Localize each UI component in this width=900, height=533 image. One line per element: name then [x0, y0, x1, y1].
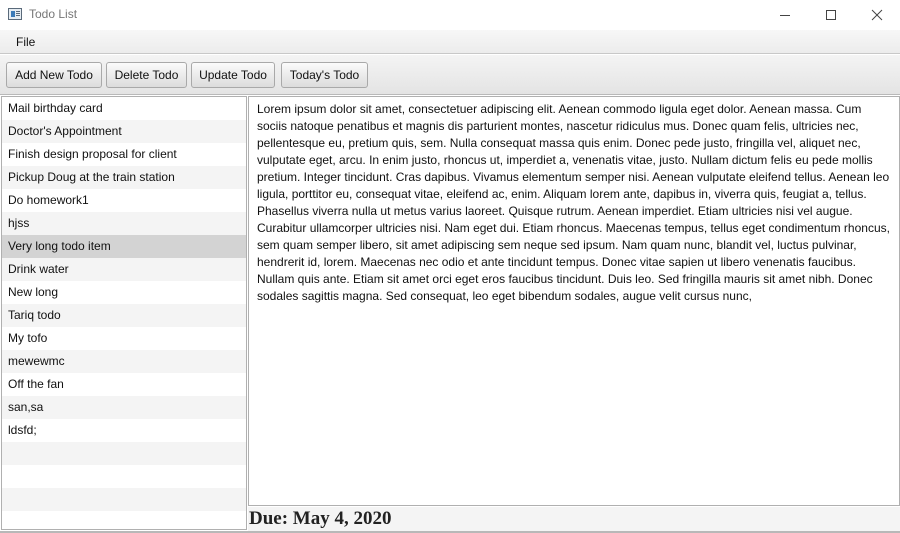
maximize-icon — [826, 10, 836, 20]
list-item[interactable]: mewewmc — [2, 350, 246, 373]
todo-description: Lorem ipsum dolor sit amet, consectetuer… — [257, 102, 890, 303]
list-item[interactable]: Do homework1 — [2, 189, 246, 212]
minimize-icon — [780, 14, 790, 16]
close-button[interactable] — [854, 0, 900, 30]
list-item[interactable]: ldsfd; — [2, 419, 246, 442]
menu-file[interactable]: File — [8, 33, 43, 51]
add-todo-button[interactable]: Add New Todo — [6, 62, 102, 88]
window-title: Todo List — [29, 7, 78, 21]
empty-list-row — [2, 442, 246, 465]
due-date-bar: Due: May 4, 2020 — [248, 507, 900, 531]
list-item[interactable]: Doctor's Appointment — [2, 120, 246, 143]
todo-detail-area[interactable]: Lorem ipsum dolor sit amet, consectetuer… — [248, 96, 900, 506]
app-window-icon — [8, 8, 22, 20]
list-item[interactable]: New long — [2, 281, 246, 304]
toolbar: Add New Todo Delete Todo Update Todo Tod… — [0, 55, 900, 95]
list-item-selected[interactable]: Very long todo item — [2, 235, 246, 258]
maximize-button[interactable] — [808, 0, 854, 30]
todo-list[interactable]: Mail birthday card Doctor's Appointment … — [1, 96, 247, 530]
list-item[interactable]: Mail birthday card — [2, 97, 246, 120]
list-item[interactable]: Drink water — [2, 258, 246, 281]
menu-bar: File — [0, 30, 900, 54]
todays-todo-button[interactable]: Today's Todo — [281, 62, 368, 88]
title-bar: Todo List — [0, 0, 900, 30]
due-date-label: Due: May 4, 2020 — [249, 508, 392, 529]
empty-list-row — [2, 511, 246, 529]
empty-list-row — [2, 488, 246, 511]
update-todo-button[interactable]: Update Todo — [191, 62, 275, 88]
close-icon — [871, 9, 883, 21]
list-item[interactable]: Pickup Doug at the train station — [2, 166, 246, 189]
list-item[interactable]: Off the fan — [2, 373, 246, 396]
empty-list-row — [2, 465, 246, 488]
list-item[interactable]: Finish design proposal for client — [2, 143, 246, 166]
delete-todo-button[interactable]: Delete Todo — [106, 62, 187, 88]
minimize-button[interactable] — [762, 0, 808, 30]
list-item[interactable]: hjss — [2, 212, 246, 235]
list-item[interactable]: My tofo — [2, 327, 246, 350]
list-item[interactable]: Tariq todo — [2, 304, 246, 327]
list-item[interactable]: san,sa — [2, 396, 246, 419]
